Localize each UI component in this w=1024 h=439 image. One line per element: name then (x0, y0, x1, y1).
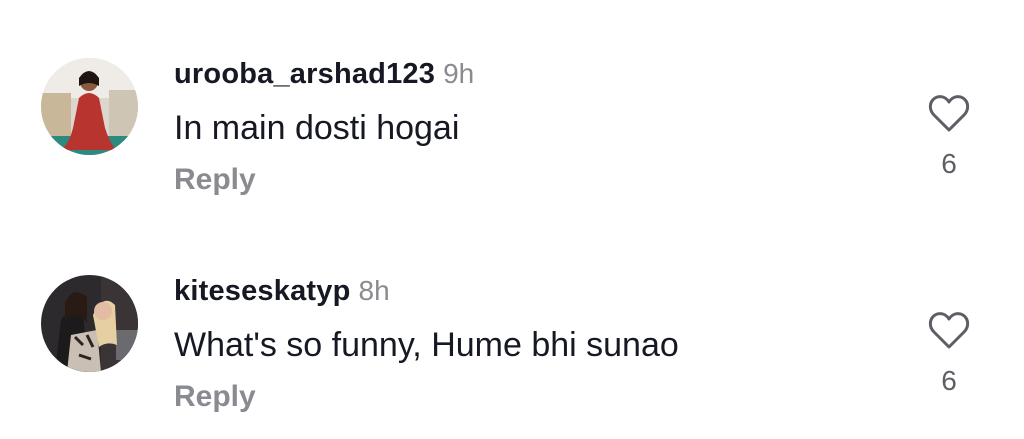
heart-outline-icon (928, 95, 970, 132)
username-link[interactable]: kiteseskatyp (174, 275, 351, 307)
like-count: 6 (941, 365, 957, 396)
heart-outline-icon (928, 312, 970, 349)
like-count: 6 (941, 148, 957, 179)
username-link[interactable]: urooba_arshad123 (174, 58, 435, 90)
user-avatar[interactable] (41, 58, 138, 155)
like-button[interactable] (925, 307, 973, 355)
comment-timestamp: 9h (443, 58, 475, 89)
avatar-photo-icon (41, 275, 138, 372)
comment-list: urooba_arshad123 9h In main dosti hogai R… (0, 0, 1024, 439)
comment-item: kiteseskatyp 8h What's so funny, Hume bhi… (0, 265, 1024, 439)
comment-timestamp: 8h (358, 275, 390, 306)
comment-item: urooba_arshad123 9h In main dosti hogai R… (0, 48, 1024, 228)
reply-button[interactable]: Reply (174, 160, 256, 200)
comment-text: What's so funny, Hume bhi sunao (174, 326, 679, 364)
comment-header: urooba_arshad123 9h (174, 54, 474, 94)
like-button[interactable] (925, 90, 973, 138)
comment-text: In main dosti hogai (174, 109, 460, 147)
avatar-photo-icon (41, 58, 138, 155)
reply-button[interactable]: Reply (174, 377, 256, 417)
user-avatar[interactable] (41, 275, 138, 372)
comment-header: kiteseskatyp 8h (174, 271, 390, 311)
